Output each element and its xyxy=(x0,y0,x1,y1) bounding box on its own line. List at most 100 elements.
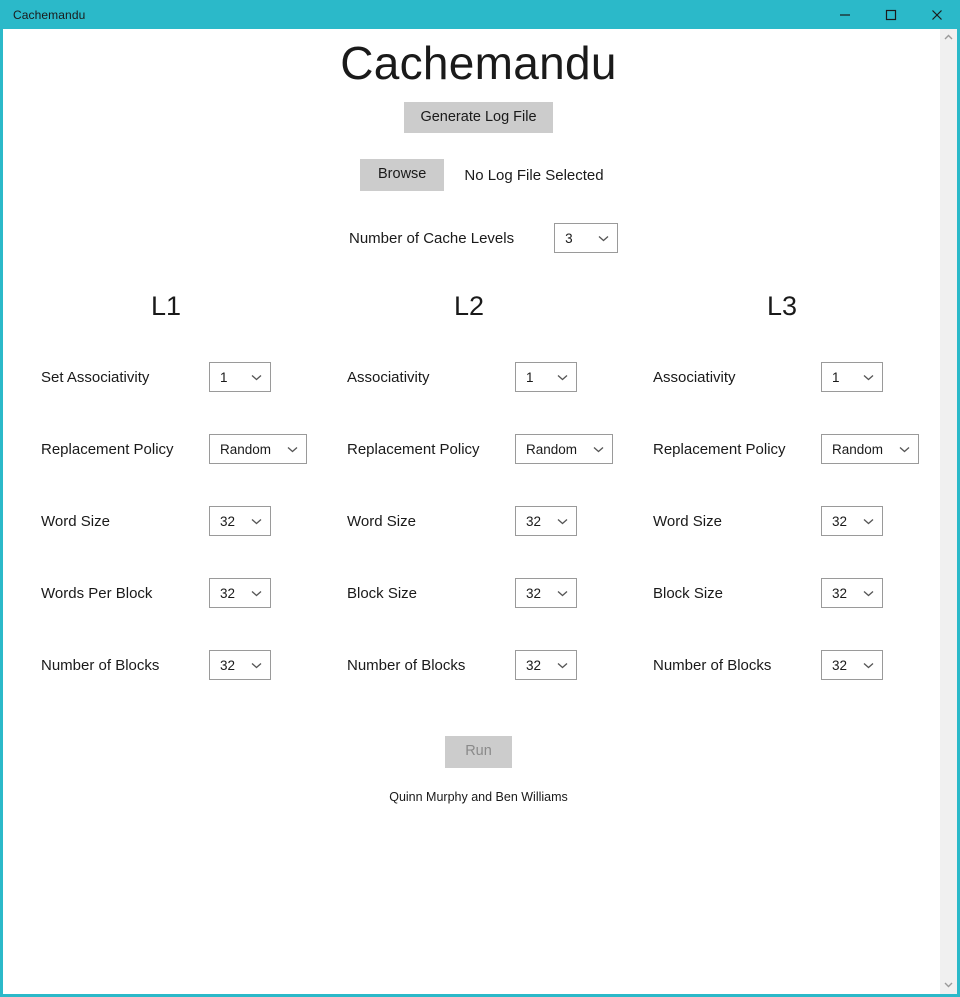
select-word-size[interactable]: 32 xyxy=(209,506,271,537)
select-value-word-size: 32 xyxy=(526,513,542,529)
window-title: Cachemandu xyxy=(13,7,86,22)
field-row-word-size: Word Size 32 xyxy=(347,506,619,537)
maximize-icon xyxy=(885,9,897,21)
cache-level-column-l2: L2 Associativity 1 Replacement Policy Random… xyxy=(311,291,619,722)
cache-level-columns: L1 Set Associativity 1 Replacement Policy Ra… xyxy=(3,291,954,722)
select-block-size[interactable]: 32 xyxy=(821,578,883,609)
field-row-associativity: Associativity 1 xyxy=(347,362,619,393)
cache-level-column-l3: L3 Associativity 1 Replacement Policy Random… xyxy=(619,291,927,722)
generate-log-row: Generate Log File xyxy=(3,101,954,134)
field-row-number-of-blocks: Number of Blocks 32 xyxy=(41,650,311,681)
chevron-down-icon xyxy=(251,662,262,669)
select-value-word-size: 32 xyxy=(832,513,848,529)
chevron-down-icon xyxy=(557,662,568,669)
minimize-icon xyxy=(839,9,851,21)
chevron-down-icon xyxy=(251,518,262,525)
field-row-number-of-blocks: Number of Blocks 32 xyxy=(653,650,927,681)
select-value-associativity: 1 xyxy=(526,369,534,385)
cache-level-title: L2 xyxy=(453,291,485,322)
run-row: Run xyxy=(3,736,954,768)
select-word-size[interactable]: 32 xyxy=(821,506,883,537)
field-label-words-per-block: Words Per Block xyxy=(41,584,153,602)
select-word-size[interactable]: 32 xyxy=(515,506,577,537)
field-row-block-size: Block Size 32 xyxy=(347,578,619,609)
select-number-of-blocks[interactable]: 32 xyxy=(821,650,883,681)
field-label-associativity: Associativity xyxy=(347,368,430,386)
cache-level-column-l1: L1 Set Associativity 1 Replacement Policy Ra… xyxy=(3,291,311,722)
field-label-associativity: Associativity xyxy=(653,368,736,386)
field-label-replacement-policy: Replacement Policy xyxy=(653,440,786,458)
select-words-per-block[interactable]: 32 xyxy=(209,578,271,609)
field-label-number-of-blocks: Number of Blocks xyxy=(41,656,160,674)
browse-row: Browse No Log File Selected xyxy=(3,159,954,192)
chevron-down-icon xyxy=(557,590,568,597)
chevron-down-icon xyxy=(598,235,609,242)
chevron-down-icon xyxy=(899,446,910,453)
chevron-down-icon xyxy=(287,446,298,453)
chevron-down-icon xyxy=(863,590,874,597)
credits-label: Quinn Murphy and Ben Williams xyxy=(389,789,568,804)
field-row-associativity: Associativity 1 xyxy=(653,362,927,393)
select-replacement-policy[interactable]: Random xyxy=(209,434,307,465)
select-replacement-policy[interactable]: Random xyxy=(821,434,919,465)
title-bar: Cachemandu xyxy=(0,0,960,29)
close-button[interactable] xyxy=(914,0,960,29)
log-file-status-label: No Log File Selected xyxy=(464,166,604,184)
cache-levels-row: Number of Cache Levels 3 xyxy=(3,223,954,254)
field-row-number-of-blocks: Number of Blocks 32 xyxy=(347,650,619,681)
chevron-down-icon xyxy=(557,374,568,381)
select-value-block-size: 32 xyxy=(832,585,848,601)
chevron-down-icon xyxy=(593,446,604,453)
select-value-replacement-policy: Random xyxy=(832,441,884,457)
chevron-down-icon xyxy=(251,374,262,381)
select-block-size[interactable]: 32 xyxy=(515,578,577,609)
app-window: Cachemandu Cachemandu Generate Log File … xyxy=(0,0,960,997)
field-label-word-size: Word Size xyxy=(41,512,110,530)
cache-levels-label: Number of Cache Levels xyxy=(349,229,515,247)
cache-levels-select[interactable]: 3 xyxy=(554,223,619,254)
field-label-word-size: Word Size xyxy=(347,512,416,530)
close-icon xyxy=(931,9,943,21)
select-value-number-of-blocks: 32 xyxy=(832,657,848,673)
chevron-down-icon xyxy=(863,662,874,669)
field-label-block-size: Block Size xyxy=(347,584,418,602)
select-number-of-blocks[interactable]: 32 xyxy=(209,650,271,681)
cache-levels-select-wrapper: 3 xyxy=(554,223,619,254)
select-number-of-blocks[interactable]: 32 xyxy=(515,650,577,681)
select-value-set-associativity: 1 xyxy=(220,369,228,385)
select-associativity[interactable]: 1 xyxy=(515,362,577,393)
generate-log-file-button[interactable]: Generate Log File xyxy=(404,101,553,134)
field-row-replacement-policy: Replacement Policy Random xyxy=(347,434,619,465)
select-associativity[interactable]: 1 xyxy=(821,362,883,393)
chevron-down-icon xyxy=(557,518,568,525)
select-value-word-size: 32 xyxy=(220,513,236,529)
page-title: Cachemandu xyxy=(340,37,617,89)
select-value-block-size: 32 xyxy=(526,585,542,601)
cache-level-title: L3 xyxy=(766,291,798,322)
select-set-associativity[interactable]: 1 xyxy=(209,362,271,393)
run-button[interactable]: Run xyxy=(445,736,512,768)
select-value-words-per-block: 32 xyxy=(220,585,236,601)
browse-button[interactable]: Browse xyxy=(360,159,445,192)
minimize-button[interactable] xyxy=(822,0,868,29)
chevron-down-icon xyxy=(863,374,874,381)
field-label-replacement-policy: Replacement Policy xyxy=(347,440,480,458)
field-row-replacement-policy: Replacement Policy Random xyxy=(41,434,311,465)
select-value-associativity: 1 xyxy=(832,369,840,385)
field-label-word-size: Word Size xyxy=(653,512,722,530)
main-content: Cachemandu Generate Log File Browse No L… xyxy=(3,29,954,994)
field-row-replacement-policy: Replacement Policy Random xyxy=(653,434,927,465)
select-value-replacement-policy: Random xyxy=(220,441,272,457)
field-label-number-of-blocks: Number of Blocks xyxy=(653,656,772,674)
select-replacement-policy[interactable]: Random xyxy=(515,434,613,465)
field-row-block-size: Block Size 32 xyxy=(653,578,927,609)
select-value-number-of-blocks: 32 xyxy=(220,657,236,673)
maximize-button[interactable] xyxy=(868,0,914,29)
chevron-down-icon xyxy=(251,590,262,597)
cache-level-title: L1 xyxy=(150,291,182,322)
field-row-word-size: Word Size 32 xyxy=(41,506,311,537)
field-label-set-associativity: Set Associativity xyxy=(41,368,150,386)
field-row-word-size: Word Size 32 xyxy=(653,506,927,537)
cache-levels-value: 3 xyxy=(565,230,573,246)
field-label-number-of-blocks: Number of Blocks xyxy=(347,656,466,674)
